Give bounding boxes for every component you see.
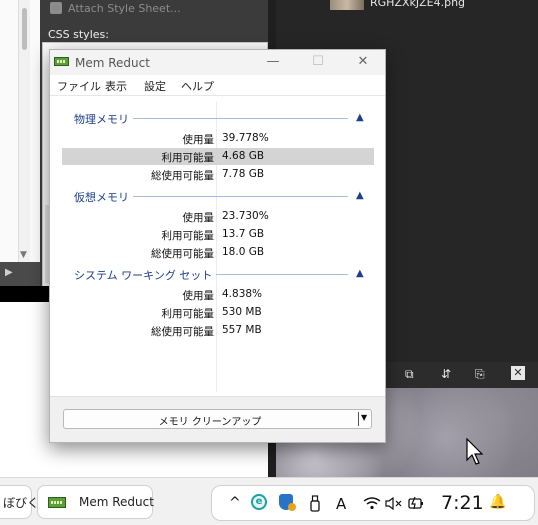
row-physical-total[interactable]: 総使用可能量 7.78 GB: [62, 166, 374, 183]
image-file-name: RGHZXkJZE4.png: [370, 0, 466, 9]
menu-view[interactable]: 表示: [105, 78, 127, 94]
attach-icon: [50, 2, 62, 14]
row-label: 総使用可能量: [151, 248, 214, 260]
close-icon[interactable]: ✕: [511, 366, 525, 380]
group-system-working-set[interactable]: システム ワーキング セット: [74, 267, 217, 283]
system-tray: ^ e A 7:21 🔔: [211, 485, 535, 521]
row-value: 530 MB: [222, 306, 262, 318]
split-divider: [358, 412, 359, 426]
row-value: 557 MB: [222, 324, 262, 336]
memory-clean-button[interactable]: メモリ クリーンアップ ▼: [63, 409, 372, 429]
move-icon[interactable]: ⧉: [405, 367, 414, 382]
speaker-muted-icon[interactable]: [385, 497, 403, 510]
row-virtual-available[interactable]: 利用可能量 13.7 GB: [62, 226, 374, 243]
collapse-icon[interactable]: ▲: [356, 268, 364, 279]
left-bottom-bar: ▶: [0, 262, 40, 286]
menu-bar: ファイル 表示 設定 ヘルプ: [50, 75, 385, 95]
row-physical-usage[interactable]: 使用量 39.778%: [62, 130, 374, 147]
left-scrollbar[interactable]: ▼: [18, 0, 30, 262]
taskbar-app-label: Mem Reduct: [79, 495, 154, 509]
notification-bell-icon[interactable]: 🔔: [489, 494, 506, 510]
taskbar-app-partial[interactable]: ぼびく: [0, 485, 39, 519]
scrollbar-thumb[interactable]: [22, 8, 27, 50]
memory-clean-label: メモリ クリーンアップ: [158, 417, 262, 428]
minimize-button[interactable]: —: [263, 53, 283, 71]
row-label: 総使用可能量: [151, 170, 214, 182]
menu-help[interactable]: ヘルプ: [181, 78, 214, 94]
clock[interactable]: 7:21: [441, 492, 484, 514]
menu-settings[interactable]: 設定: [144, 78, 166, 94]
taskbar-app-label: ぼびく: [3, 496, 40, 510]
row-virtual-total[interactable]: 総使用可能量 18.0 GB: [62, 244, 374, 261]
row-label: 利用可能量: [161, 308, 215, 320]
wifi-icon[interactable]: [363, 496, 381, 510]
scroll-down-arrow-icon[interactable]: ▼: [20, 250, 27, 260]
row-working-set-usage[interactable]: 使用量 4.838%: [62, 286, 374, 303]
row-working-set-total[interactable]: 総使用可能量 557 MB: [62, 322, 374, 339]
menu-file[interactable]: ファイル: [57, 78, 101, 94]
taskbar: ぼびく Mem Reduct ^ e A 7:21 🔔: [0, 477, 538, 525]
memory-chip-icon: [54, 57, 69, 66]
memory-chip-icon: [48, 497, 66, 508]
stamp-icon[interactable]: ⎘: [475, 367, 485, 382]
row-value: 18.0 GB: [222, 246, 265, 258]
row-value: 23.730%: [222, 210, 269, 222]
menu-separator: [50, 95, 385, 96]
attach-style-sheet[interactable]: Attach Style Sheet...: [50, 2, 181, 15]
window-title: Mem Reduct: [75, 56, 150, 70]
row-virtual-usage[interactable]: 使用量 23.730%: [62, 208, 374, 225]
row-value: 39.778%: [222, 132, 269, 144]
title-bar[interactable]: Mem Reduct — ☐ ✕: [50, 50, 385, 75]
sort-icon[interactable]: ⇵: [441, 367, 451, 381]
row-value: 7.78 GB: [222, 168, 265, 180]
row-label: 利用可能量: [161, 152, 215, 164]
mem-reduct-window: Mem Reduct — ☐ ✕ ファイル 表示 設定 ヘルプ 物理メモリ ▲ …: [49, 49, 386, 443]
mouse-cursor-icon: [466, 438, 484, 465]
row-label: 使用量: [182, 290, 215, 302]
chevron-down-icon[interactable]: ▼: [361, 413, 367, 422]
image-thumbnail[interactable]: [330, 0, 364, 10]
row-value: 4.838%: [222, 288, 263, 300]
row-label: 利用可能量: [161, 230, 215, 242]
play-icon[interactable]: ▶: [5, 267, 13, 278]
collapse-icon[interactable]: ▲: [356, 112, 364, 123]
taskbar-app-mem-reduct[interactable]: Mem Reduct: [37, 485, 154, 519]
row-value: 4.68 GB: [222, 150, 265, 162]
shield-icon[interactable]: [279, 494, 296, 511]
row-label: 使用量: [182, 134, 215, 146]
ime-indicator[interactable]: A: [336, 495, 346, 513]
maximize-button[interactable]: ☐: [308, 53, 328, 71]
row-value: 13.7 GB: [222, 228, 265, 240]
battery-icon[interactable]: [408, 496, 424, 510]
attach-label: Attach Style Sheet...: [68, 2, 181, 15]
row-label: 総使用可能量: [151, 326, 214, 338]
row-label: 使用量: [182, 212, 215, 224]
collapse-icon[interactable]: ▲: [356, 190, 364, 201]
edge-icon[interactable]: e: [251, 494, 267, 510]
group-virtual-memory[interactable]: 仮想メモリ: [74, 189, 133, 205]
group-physical-memory[interactable]: 物理メモリ: [74, 111, 133, 127]
chevron-up-icon[interactable]: ^: [229, 495, 241, 511]
close-button[interactable]: ✕: [353, 53, 373, 71]
css-styles-label: CSS styles:: [48, 28, 109, 41]
row-working-set-available[interactable]: 利用可能量 530 MB: [62, 304, 374, 321]
action-bar: メモリ クリーンアップ ▼: [50, 396, 385, 442]
usb-icon[interactable]: [309, 495, 321, 512]
row-physical-available[interactable]: 利用可能量 4.68 GB: [62, 148, 374, 165]
